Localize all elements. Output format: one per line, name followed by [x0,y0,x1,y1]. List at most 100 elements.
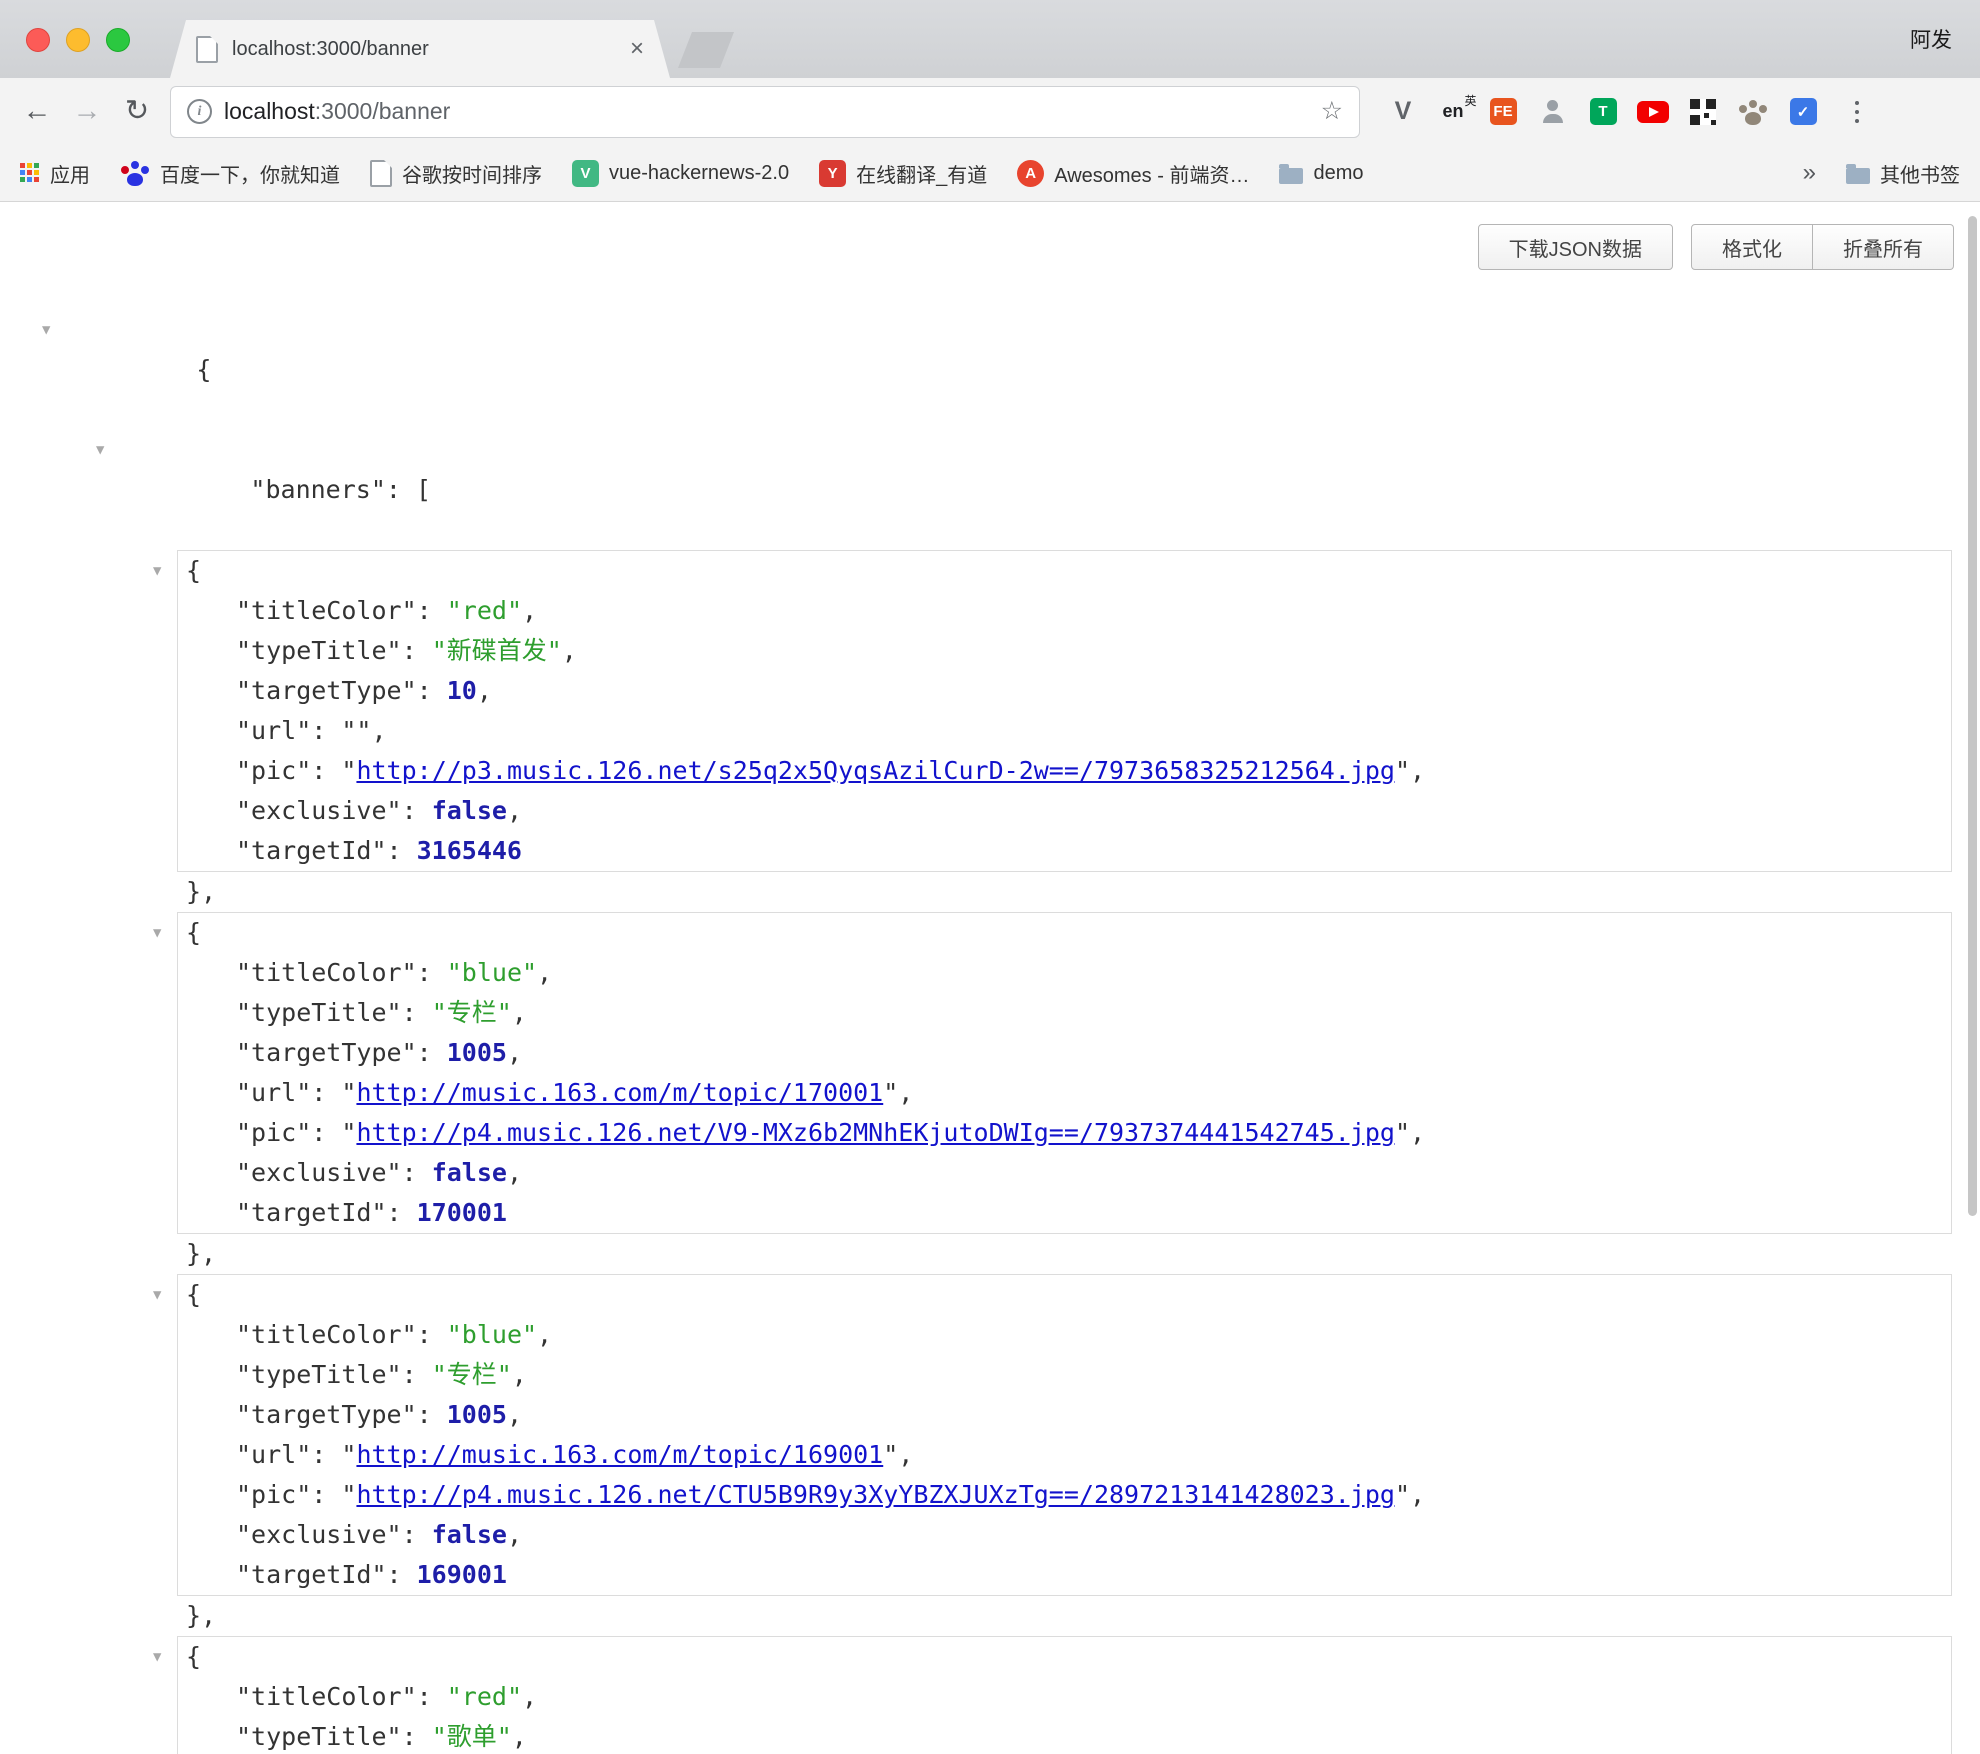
json-object-box: {"titleColor": "blue","typeTitle": "专栏",… [177,912,1952,1234]
badge-icon: Y [819,160,846,187]
bookmark-item[interactable]: 百度一下，你就知道 [120,159,340,188]
zoom-window-button[interactable] [106,28,130,52]
json-property-row: "targetId": 170001 [178,1193,1951,1233]
tab-close-icon[interactable]: × [630,37,644,61]
json-number-value: 3165446 [417,836,522,865]
bookmark-item[interactable]: Y 在线翻译_有道 [819,159,987,188]
shield-check-icon[interactable]: ✓ [1784,93,1822,131]
tampermonkey-icon[interactable]: T [1584,93,1622,131]
fehelper-icon[interactable]: FE [1484,93,1522,131]
collapse-all-button[interactable]: 折叠所有 [1813,224,1954,270]
json-string-value: "blue" [447,1320,537,1349]
json-key: "targetId" [236,1560,387,1589]
bookmark-item[interactable]: 谷歌按时间排序 [370,159,542,188]
url-link[interactable]: http://music.163.com/m/topic/169001 [356,1440,883,1469]
json-property-row: "titleColor": "red", [178,1677,1951,1717]
proxy-person-icon[interactable] [1534,93,1572,131]
url-link[interactable]: http://music.163.com/m/topic/170001 [356,1078,883,1107]
json-string-value: "专栏" [432,1360,512,1389]
paw-extension-icon[interactable] [1734,93,1772,131]
collapse-toggle-icon[interactable]: ▼ [153,551,161,591]
three-dots-menu-icon [1855,110,1859,114]
browser-tab[interactable]: localhost:3000/banner × [170,20,670,78]
page-info-icon[interactable]: i [187,99,212,124]
json-property-row: "titleColor": "blue", [178,1315,1951,1355]
bookmark-item[interactable]: AAwesomes - 前端资… [1017,159,1249,188]
json-key: "typeTitle" [236,998,402,1027]
url-text: localhost:3000/banner [224,98,1309,125]
tab-title: localhost:3000/banner [232,38,616,61]
chrome-menu-button[interactable] [1838,93,1876,131]
json-key: "typeTitle" [236,1722,402,1751]
bookmark-label: demo [1313,162,1363,185]
bookmarks-left: 应用 百度一下，你就知道 谷歌按时间排序 Vvue-hackernews-2.0 Y 在线… [20,159,1363,188]
collapse-toggle-icon[interactable]: ▼ [42,310,50,350]
url-link[interactable]: http://p3.music.126.net/s25q2x5QyqsAzilC… [356,756,1395,785]
json-key: "typeTitle" [236,636,402,665]
json-key: "titleColor" [236,1320,417,1349]
bookmark-label: 应用 [50,159,90,188]
page-icon [370,160,392,187]
youtube-icon[interactable] [1634,93,1672,131]
bookmark-star-icon[interactable]: ☆ [1321,99,1343,124]
other-bookmarks-button[interactable]: 其他书签 [1846,159,1960,188]
json-key: "titleColor" [236,596,417,625]
apps-icon [20,163,40,183]
close-window-button[interactable] [26,28,50,52]
bookmark-item[interactable]: demo [1279,162,1363,185]
json-number-value: 1005 [447,1038,507,1067]
object-close-brace: }, [0,1596,1980,1636]
json-empty-string-value: "" [341,716,371,745]
bookmarks-overflow-chevron[interactable]: » [1803,159,1816,187]
json-key: "url" [236,1078,311,1107]
forward-icon[interactable]: → [70,97,104,126]
shield-check-icon: ✓ [1790,98,1817,125]
collapse-toggle-icon[interactable]: ▼ [153,1637,161,1677]
json-property-row: "titleColor": "blue", [178,953,1951,993]
new-tab-button[interactable] [678,32,734,68]
bookmark-label: 在线翻译_有道 [856,159,987,188]
bookmark-item[interactable]: 应用 [20,159,90,188]
youtube-icon [1637,101,1669,123]
json-property-row: "url": "", [178,711,1951,751]
json-object-box: {"titleColor": "red","typeTitle": "歌单","… [177,1636,1952,1754]
youdao-translate-icon[interactable]: en英 [1434,93,1472,131]
url-path: :3000/banner [315,98,451,124]
download-json-button[interactable]: 下载JSON数据 [1478,224,1673,270]
back-icon[interactable]: ← [20,97,54,126]
collapse-toggle-icon[interactable]: ▼ [96,430,104,470]
object-open-brace: { [178,1275,1951,1315]
bookmark-item[interactable]: Vvue-hackernews-2.0 [572,160,789,187]
reload-icon[interactable]: ↻ [120,97,154,126]
json-key: "pic" [236,756,311,785]
json-number-value: 170001 [417,1198,507,1227]
profile-name-button[interactable]: 阿发 [1910,24,1952,54]
json-key: "url" [236,1440,311,1469]
json-boolean-value: false [432,1158,507,1187]
collapse-toggle-icon[interactable]: ▼ [153,1275,161,1315]
vertical-scrollbar[interactable] [1968,216,1977,1216]
minimize-window-button[interactable] [66,28,90,52]
format-button[interactable]: 格式化 [1691,224,1813,270]
json-property-row: "url": "http://music.163.com/m/topic/170… [178,1073,1951,1113]
json-string-value: "blue" [447,958,537,987]
vimium-icon[interactable]: V [1384,93,1422,131]
navigation-bar: ← → ↻ i localhost:3000/banner ☆ Ven英 FE T ✓ [0,78,1980,145]
json-property-row: "typeTitle": "歌单", [178,1717,1951,1754]
json-property-row: "targetType": 1005, [178,1395,1951,1435]
collapse-toggle-icon[interactable]: ▼ [153,913,161,953]
folder-icon [1846,168,1870,184]
extensions-row: Ven英 FE T ✓ [1384,93,1822,131]
url-link[interactable]: http://p4.music.126.net/CTU5B9R9y3XyYBZX… [356,1480,1395,1509]
json-key: "pic" [236,1118,311,1147]
object-open-brace: { [178,551,1951,591]
json-object-box: {"titleColor": "blue","typeTitle": "专栏",… [177,1274,1952,1596]
vimium-icon: V [1395,97,1412,126]
json-key: "targetId" [236,836,387,865]
url-link[interactable]: http://p4.music.126.net/V9-MXz6b2MNhEKju… [356,1118,1395,1147]
tab-strip: localhost:3000/banner × 阿发 [0,0,1980,78]
json-number-value: 169001 [417,1560,507,1589]
address-bar[interactable]: i localhost:3000/banner ☆ [170,86,1360,138]
qrcode-icon[interactable] [1684,93,1722,131]
json-property-row: "pic": "http://p3.music.126.net/s25q2x5Q… [178,751,1951,791]
